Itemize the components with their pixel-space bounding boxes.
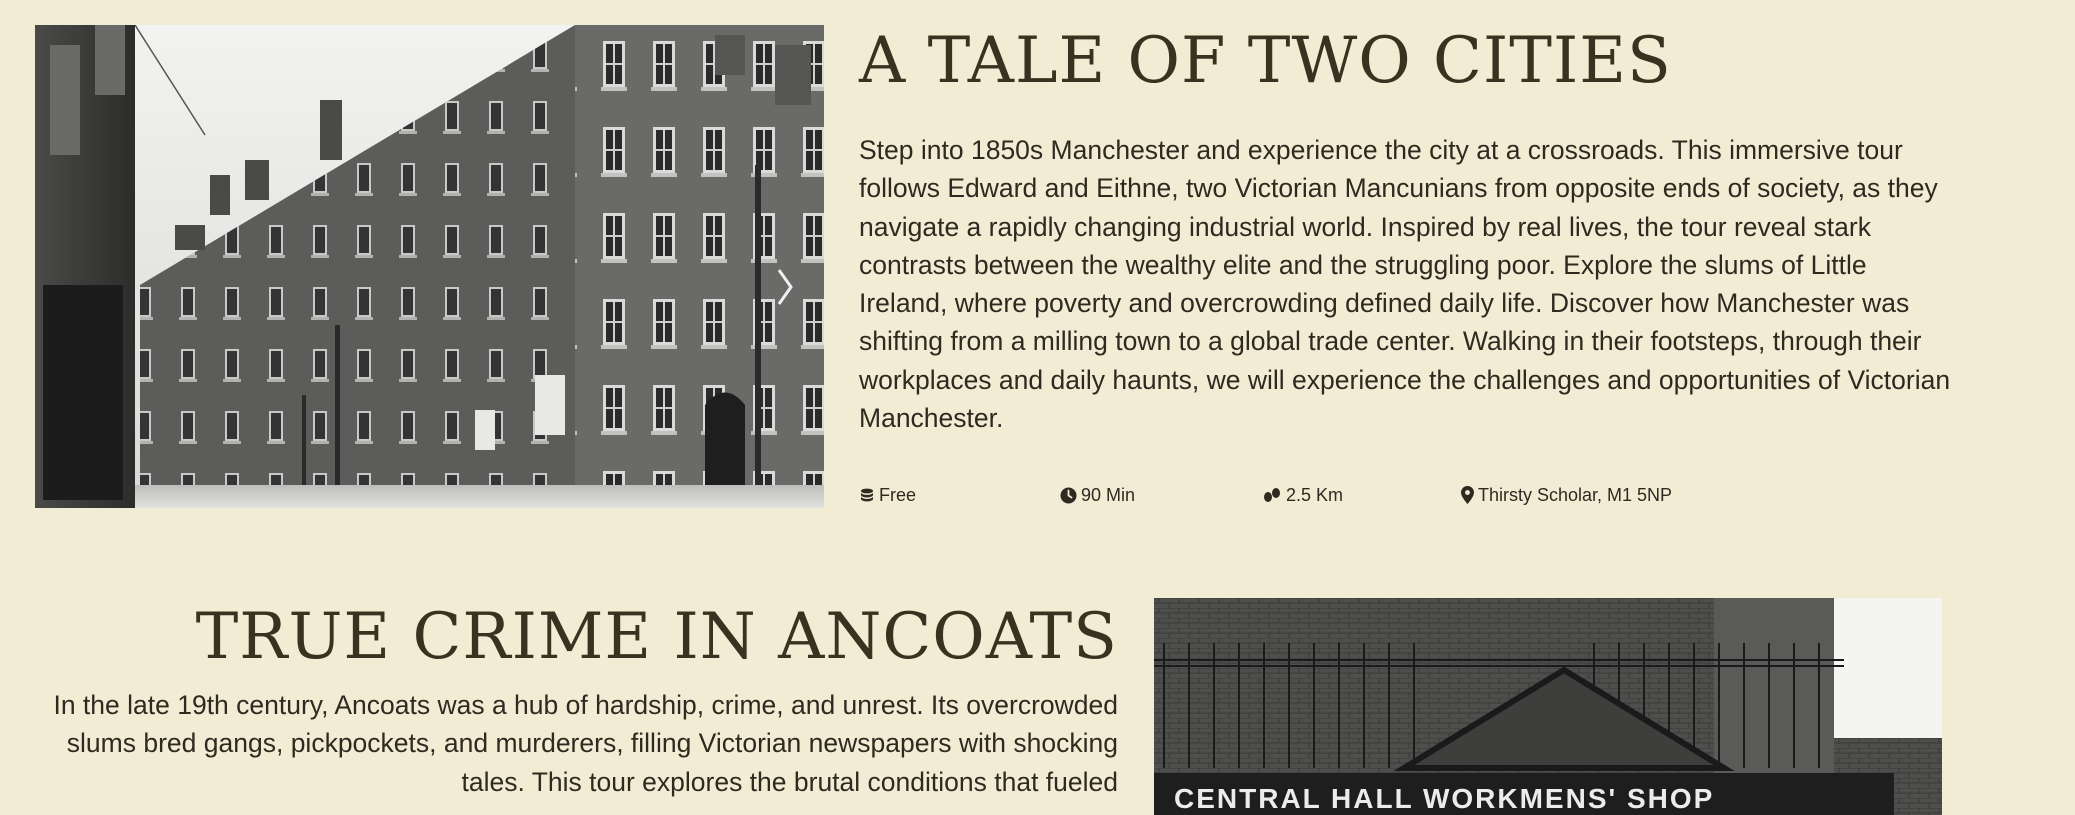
- victorian-building-photo: [35, 25, 824, 508]
- tour-price: Free: [859, 483, 916, 507]
- coins-icon: [861, 488, 873, 502]
- tour-description: In the late 19th century, Ancoats was a …: [53, 690, 1118, 797]
- map-pin-icon: [1461, 486, 1474, 504]
- price-text: Free: [879, 484, 917, 505]
- workmens-shop-photo: CENTRAL HALL WORKMENS' SHOP: [1154, 598, 1942, 815]
- tour-title: A TALE OF TWO CITIES: [859, 24, 1672, 98]
- distance-text: 2.5 Km: [1286, 484, 1344, 505]
- tour-title: TRUE CRIME IN ANCOATS: [195, 600, 1118, 674]
- tour-photo[interactable]: CENTRAL HALL WORKMENS' SHOP: [1154, 598, 1942, 815]
- tour-description: Step into 1850s Manchester and experienc…: [859, 135, 1951, 434]
- tour-location: Thirsty Scholar, M1 5NP: [1461, 483, 1672, 507]
- clock-icon: [1060, 487, 1077, 503]
- tour-duration: 90 Min: [1060, 483, 1135, 507]
- footsteps-icon: [1264, 488, 1280, 502]
- shop-sign-text: CENTRAL HALL WORKMENS' SHOP: [1174, 783, 1714, 814]
- tour-distance: 2.5 Km: [1262, 483, 1343, 507]
- tour-photo-carousel[interactable]: [35, 25, 824, 508]
- location-text: Thirsty Scholar, M1 5NP: [1478, 484, 1673, 505]
- duration-text: 90 Min: [1081, 484, 1136, 505]
